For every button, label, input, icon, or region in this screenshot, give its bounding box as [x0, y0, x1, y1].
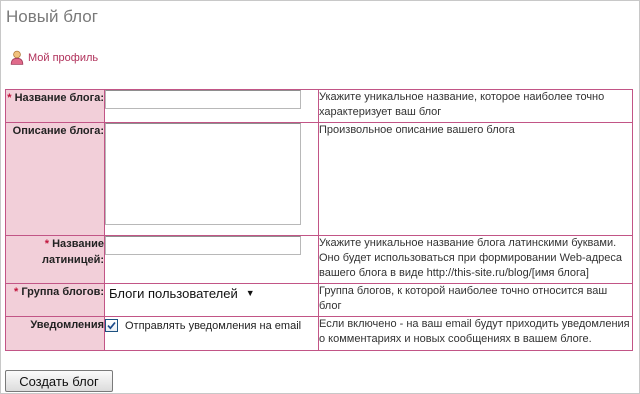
notifications-field-cell: Отправлять уведомления на email — [104, 316, 319, 351]
group-hint: Группа блогов, к которой наиболее точно … — [318, 283, 633, 317]
form-row-name: * Название блога: Укажите уникальное наз… — [5, 89, 633, 123]
blog-latin-name-input[interactable] — [105, 236, 301, 255]
blog-group-select[interactable]: Блоги пользователей ▼ — [105, 284, 259, 302]
create-blog-button[interactable]: Создать блог — [5, 370, 113, 392]
notifications-checkbox[interactable] — [105, 319, 118, 332]
form-row-description: Описание блога: Произвольное описание ва… — [5, 122, 633, 236]
name-hint: Укажите уникальное название, которое наи… — [318, 89, 633, 123]
group-label: Группа блогов: — [21, 286, 104, 298]
group-label-cell: * Группа блогов: — [5, 283, 105, 317]
blog-name-input[interactable] — [105, 90, 301, 109]
latin-name-label: Название латиницей: — [42, 238, 104, 266]
latin-name-field-cell — [104, 235, 319, 284]
form-row-latin-name: * Название латиницей: Укажите уникальное… — [5, 235, 633, 284]
blog-description-textarea[interactable] — [105, 123, 301, 225]
name-label: Название блога: — [14, 92, 104, 104]
chevron-down-icon: ▼ — [245, 288, 255, 298]
notifications-label: Уведомления — [30, 319, 104, 331]
new-blog-form: * Название блога: Укажите уникальное наз… — [5, 89, 633, 351]
required-mark: * — [7, 92, 12, 104]
name-field-cell — [104, 89, 319, 123]
latin-name-hint: Укажите уникальное название блога латинс… — [318, 235, 633, 284]
description-label: Описание блога: — [12, 125, 104, 137]
form-row-group: * Группа блогов: Блоги пользователей ▼ Г… — [5, 283, 633, 317]
description-field-cell — [104, 122, 319, 236]
description-hint: Произвольное описание вашего блога — [318, 122, 633, 236]
required-mark: * — [14, 286, 19, 298]
notifications-option: Отправлять уведомления на email — [105, 319, 318, 332]
description-label-cell: Описание блога: — [5, 122, 105, 236]
notifications-hint: Если включено - на ваш email будут прихо… — [318, 316, 633, 351]
group-field-cell: Блоги пользователей ▼ — [104, 283, 319, 317]
notifications-checkbox-label[interactable]: Отправлять уведомления на email — [125, 320, 301, 332]
form-row-notifications: Уведомления Отправлять уведомления на em… — [5, 316, 633, 351]
name-label-cell: * Название блога: — [5, 89, 105, 123]
user-icon — [10, 50, 24, 65]
page-title: Новый блог — [6, 7, 98, 26]
required-mark: * — [44, 238, 49, 250]
checkmark-icon — [107, 321, 116, 330]
my-profile-link[interactable]: Мой профиль — [10, 50, 98, 65]
notifications-label-cell: Уведомления — [5, 316, 105, 351]
blog-group-selected: Блоги пользователей — [109, 285, 238, 301]
my-profile-label: Мой профиль — [28, 51, 99, 64]
latin-name-label-cell: * Название латиницей: — [5, 235, 105, 284]
